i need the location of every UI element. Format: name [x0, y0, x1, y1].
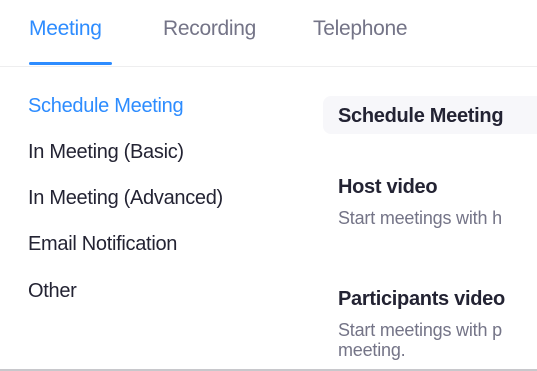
sidebar-item-schedule-meeting[interactable]: Schedule Meeting [28, 94, 184, 118]
participants-video-description-line2: meeting. [338, 340, 406, 360]
section-header: Schedule Meeting [323, 96, 537, 134]
sidebar-item-in-meeting-basic[interactable]: In Meeting (Basic) [28, 140, 184, 164]
participants-video-title: Participants video [338, 288, 505, 310]
sidebar-item-in-meeting-advanced[interactable]: In Meeting (Advanced) [28, 186, 223, 210]
section-title: Schedule Meeting [338, 105, 504, 127]
sidebar-item-email-notification[interactable]: Email Notification [28, 232, 177, 256]
participants-video-description-line1: Start meetings with p [338, 320, 502, 340]
host-video-description: Start meetings with h [338, 208, 502, 228]
host-video-title: Host video [338, 176, 438, 198]
settings-page: Meeting Recording Telephone Schedule Mee… [0, 0, 537, 371]
tab-telephone[interactable]: Telephone [313, 16, 408, 42]
settings-sidebar: Schedule Meeting In Meeting (Basic) In M… [0, 0, 300, 371]
sidebar-item-other[interactable]: Other [28, 279, 77, 303]
